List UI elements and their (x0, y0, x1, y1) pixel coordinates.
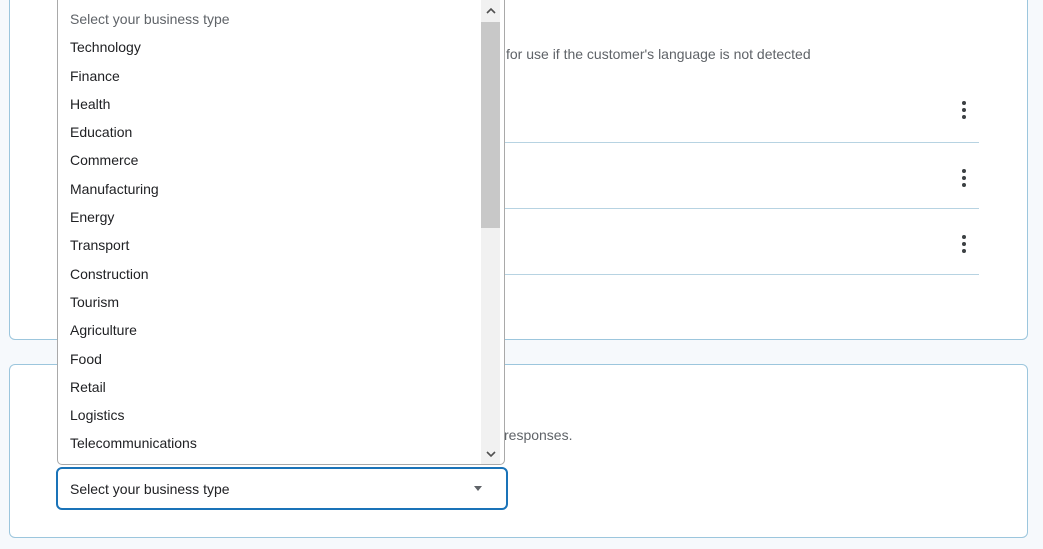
dropdown-option[interactable]: Tourism (58, 288, 482, 316)
chevron-up-icon[interactable] (481, 0, 500, 22)
business-type-select[interactable]: Select your business type (56, 467, 508, 510)
dropdown-option[interactable]: Retail (58, 373, 482, 401)
dropdown-scrollbar[interactable] (481, 0, 500, 464)
caret-down-icon (474, 486, 482, 491)
dropdown-option[interactable]: Energy (58, 203, 482, 231)
more-vertical-icon[interactable] (954, 100, 974, 120)
language-fallback-description: for use if the customer's language is no… (506, 46, 811, 62)
business-type-options: Select your business type Technology Fin… (58, 5, 482, 458)
business-type-description: responses. (504, 427, 573, 443)
business-type-select-value: Select your business type (70, 481, 230, 497)
dropdown-option[interactable]: Food (58, 345, 482, 373)
dropdown-option[interactable]: Technology (58, 33, 482, 61)
dropdown-option[interactable]: Logistics (58, 401, 482, 429)
dropdown-option[interactable]: Commerce (58, 146, 482, 174)
more-vertical-icon[interactable] (954, 234, 974, 254)
dropdown-option[interactable]: Transport (58, 231, 482, 259)
dropdown-option[interactable]: Construction (58, 260, 482, 288)
dropdown-scroll-thumb[interactable] (481, 22, 500, 228)
chevron-down-icon[interactable] (481, 443, 500, 464)
dropdown-option[interactable]: Manufacturing (58, 175, 482, 203)
dropdown-option[interactable]: Telecommunications (58, 429, 482, 457)
more-vertical-icon[interactable] (954, 168, 974, 188)
dropdown-option[interactable]: Education (58, 118, 482, 146)
dropdown-option[interactable]: Finance (58, 62, 482, 90)
dropdown-option[interactable]: Health (58, 90, 482, 118)
business-type-dropdown[interactable]: Select your business type Technology Fin… (57, 0, 505, 465)
dropdown-placeholder-option[interactable]: Select your business type (58, 5, 482, 33)
dropdown-option[interactable]: Agriculture (58, 316, 482, 344)
